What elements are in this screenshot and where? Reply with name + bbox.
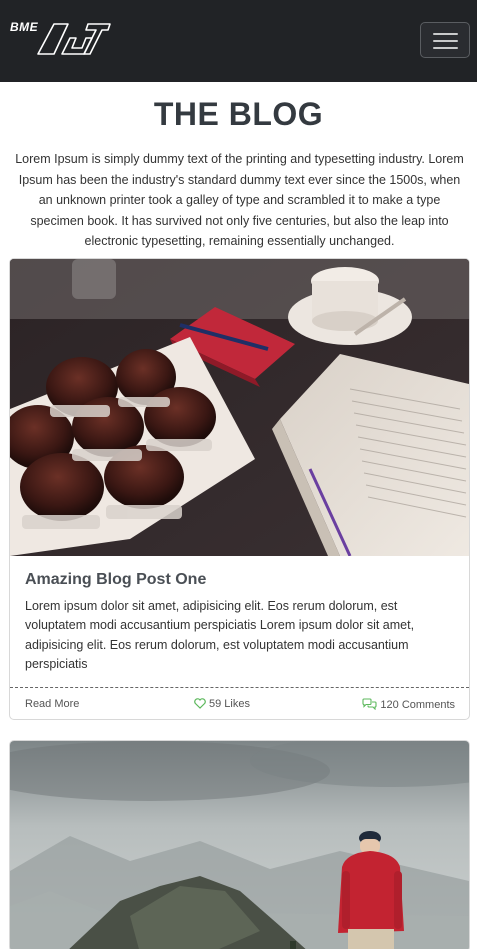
likes-button[interactable]: 59 Likes [194, 698, 250, 710]
heart-icon [194, 698, 206, 709]
blog-post-card: Amazing Blog Post One Lorem ipsum dolor … [9, 258, 470, 720]
post-title[interactable]: Amazing Blog Post One [25, 571, 206, 589]
post-image-muffins [10, 259, 469, 556]
comments-button[interactable]: 120 Comments [362, 698, 455, 711]
intro-paragraph: Lorem Ipsum is simply dummy text of the … [15, 152, 464, 248]
page-title: THE BLOG [153, 96, 324, 132]
post-excerpt: Lorem ipsum dolor sit amet, adipisicing … [25, 599, 415, 671]
hamburger-icon [433, 33, 458, 35]
read-more-link[interactable]: Read More [25, 698, 79, 710]
post-footer: Read More 59 Likes 120 Comments [10, 687, 469, 719]
logo-aut-mark [37, 23, 111, 55]
navbar: BME [0, 0, 477, 82]
bme-aut-logo[interactable]: BME [10, 18, 114, 58]
likes-count: 59 Likes [209, 698, 250, 710]
navbar-toggler-button[interactable] [420, 22, 470, 58]
blog-post-card [9, 740, 470, 949]
post-image-hiker [10, 741, 469, 949]
hamburger-icon [433, 40, 458, 42]
comments-icon [362, 698, 377, 710]
comments-count: 120 Comments [380, 699, 455, 711]
hamburger-icon [433, 47, 458, 49]
